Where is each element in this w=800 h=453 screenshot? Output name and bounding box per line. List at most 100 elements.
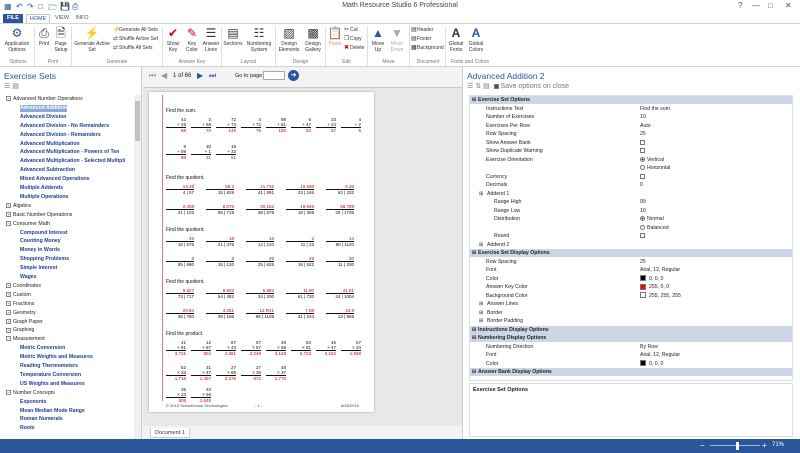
checkbox[interactable]	[640, 173, 645, 179]
zoom-slider-thumb[interactable]	[736, 442, 739, 450]
property-value[interactable]: Arial, 12, Regular	[640, 351, 680, 359]
shuffle-all-sets-button[interactable]: ⇄Shuffle All Sets	[113, 45, 153, 52]
tree-category[interactable]: + Graph Paper	[6, 319, 43, 326]
tree-item[interactable]: Multiple Addends	[20, 185, 63, 192]
property-row[interactable]: Number of Exercises 10	[470, 113, 792, 121]
checkbox[interactable]	[640, 139, 645, 145]
property-value[interactable]: Auto	[640, 122, 651, 130]
show-key-button[interactable]: ✔ Show Key	[164, 26, 182, 53]
collapse-all-icon[interactable]: ☰	[4, 83, 10, 90]
expand-toggle-icon[interactable]: −	[6, 220, 11, 226]
property-category[interactable]: ⊟ Exercise Set Options	[470, 96, 792, 105]
collapse-icon[interactable]: ⊟	[472, 326, 476, 334]
tree-item[interactable]: Advanced Addition	[20, 104, 68, 112]
expand-icon[interactable]: ⊞	[479, 317, 483, 325]
property-value[interactable]	[640, 147, 645, 155]
color-swatch[interactable]	[640, 275, 646, 282]
collapse-icon[interactable]: ⊟	[472, 368, 476, 376]
tree-item[interactable]: Compound Interest	[20, 230, 68, 237]
background-button[interactable]: ▦Background	[411, 45, 444, 52]
property-category[interactable]: ⊞ Border Padding	[470, 317, 792, 325]
print-button[interactable]: ⎙ Print	[36, 26, 52, 47]
property-value[interactable]: Find the sum.	[640, 105, 671, 113]
property-category[interactable]: ⊟ Numbering Display Options	[470, 334, 792, 343]
property-row[interactable]: Background Color 255, 255, 255	[470, 292, 792, 300]
tab-info[interactable]: INFO	[74, 14, 90, 23]
property-value[interactable]: 255, 255, 255	[640, 292, 681, 300]
property-category[interactable]: ⊞ Addend 2	[470, 241, 792, 249]
tree-category[interactable]: + Algebra	[6, 203, 31, 210]
tree-item[interactable]: Advanced Multiplication	[20, 141, 80, 148]
tree-item[interactable]: Advanced Division - Remainders	[20, 132, 101, 139]
property-row[interactable]: Font Arial, 12, Regular	[470, 266, 792, 274]
property-value[interactable]	[640, 173, 645, 181]
first-page-icon[interactable]: ⏮	[149, 71, 156, 81]
property-row[interactable]: Font Arial, 12, Regular	[470, 351, 792, 359]
tree-item[interactable]: Counting Money	[20, 238, 61, 245]
tree-category[interactable]: − Measurement	[6, 336, 45, 343]
move-down-button[interactable]: ▼ Move Down	[388, 26, 406, 53]
categorized-icon[interactable]: ☰	[467, 83, 473, 90]
property-value[interactable]: 0, 0, 0	[640, 275, 663, 283]
expand-icon[interactable]: ⊞	[479, 190, 483, 198]
property-value[interactable]: Vertical	[640, 156, 664, 164]
property-row[interactable]: Decimals 0	[470, 181, 792, 189]
property-value[interactable]: 0	[640, 181, 643, 189]
property-value[interactable]: Balanced	[640, 224, 669, 232]
property-category[interactable]: ⊞ Answer Lines	[470, 300, 792, 308]
expand-toggle-icon[interactable]: +	[6, 300, 11, 306]
expand-all-icon[interactable]: ▤	[12, 83, 19, 90]
tree-item[interactable]: Advanced Multiplication - Powers of Ten	[20, 149, 119, 156]
tab-document-1[interactable]: Document 1	[150, 428, 190, 438]
copy-button[interactable]: ❐Copy	[344, 36, 362, 43]
expand-toggle-icon[interactable]: −	[6, 336, 11, 342]
expand-toggle-icon[interactable]: −	[6, 389, 11, 395]
tree-category[interactable]: + Custom	[6, 292, 31, 299]
footer-button[interactable]: ▤Footer	[411, 36, 431, 43]
expand-icon[interactable]: ⊞	[479, 309, 483, 317]
radio-button[interactable]	[640, 156, 645, 162]
key-color-button[interactable]: ✎ Key Color	[183, 26, 201, 53]
checkbox[interactable]	[640, 233, 645, 239]
next-page-icon[interactable]: ▶	[197, 71, 203, 80]
radio-button[interactable]	[640, 165, 645, 171]
collapse-icon[interactable]: ⊟	[472, 334, 476, 342]
color-swatch[interactable]	[640, 292, 646, 299]
property-category[interactable]: ⊞ Border	[470, 309, 792, 317]
property-category[interactable]: ⊟ Answer Bank Display Options	[470, 368, 792, 377]
tree-item[interactable]: Mean Median Mode Range	[20, 408, 85, 415]
property-category[interactable]: ⊞ Addend 1	[470, 190, 792, 198]
property-value[interactable]: 10	[640, 207, 646, 215]
tab-home[interactable]: HOME	[26, 14, 50, 23]
paste-button[interactable]: 📋 Paste	[327, 26, 343, 47]
help-icon[interactable]: ?	[738, 1, 742, 10]
property-value[interactable]: By Row	[640, 343, 658, 351]
property-row[interactable]: Exercise Orientation Vertical	[470, 156, 792, 164]
move-up-button[interactable]: ▲ Move Up	[369, 26, 387, 53]
property-value[interactable]: 0, 0, 0	[640, 360, 663, 368]
color-swatch[interactable]	[640, 360, 646, 367]
color-swatch[interactable]	[640, 283, 646, 290]
design-gallery-button[interactable]: ▩ Design Gallery	[302, 26, 324, 53]
property-value[interactable]: 25	[640, 130, 646, 138]
property-value[interactable]	[640, 139, 645, 147]
last-page-icon[interactable]: ⏭	[209, 71, 216, 81]
property-row[interactable]: Color 0, 0, 0	[470, 275, 792, 283]
page-setup-button[interactable]: 🗎 Page Setup	[53, 26, 69, 53]
generate-active-set-button[interactable]: ⚡ Generate Active Set	[73, 26, 111, 53]
expand-icon[interactable]: ⊞	[479, 300, 483, 308]
tree-item[interactable]: Shopping Problems	[20, 256, 69, 263]
tree-item[interactable]: Wages	[20, 274, 37, 281]
property-value[interactable]: Horizontal	[640, 164, 670, 172]
delete-button[interactable]: ✖Delete	[344, 45, 364, 52]
property-row[interactable]: Color 0, 0, 0	[470, 360, 792, 368]
tree-category[interactable]: + Fractions	[6, 301, 34, 308]
property-row[interactable]: Horizontal	[470, 164, 792, 172]
tree-item[interactable]: Temperature Conversion	[20, 372, 81, 379]
tree-item[interactable]: Advanced Division	[20, 114, 66, 121]
property-row[interactable]: Exercises Per Row Auto	[470, 122, 792, 130]
tree-item[interactable]: US Weights and Measures	[20, 381, 85, 388]
collapse-icon[interactable]: ⊟	[472, 96, 476, 104]
expand-toggle-icon[interactable]: +	[6, 318, 11, 324]
tree-item[interactable]: Advanced Multiplication - Selected Multi…	[20, 158, 125, 165]
